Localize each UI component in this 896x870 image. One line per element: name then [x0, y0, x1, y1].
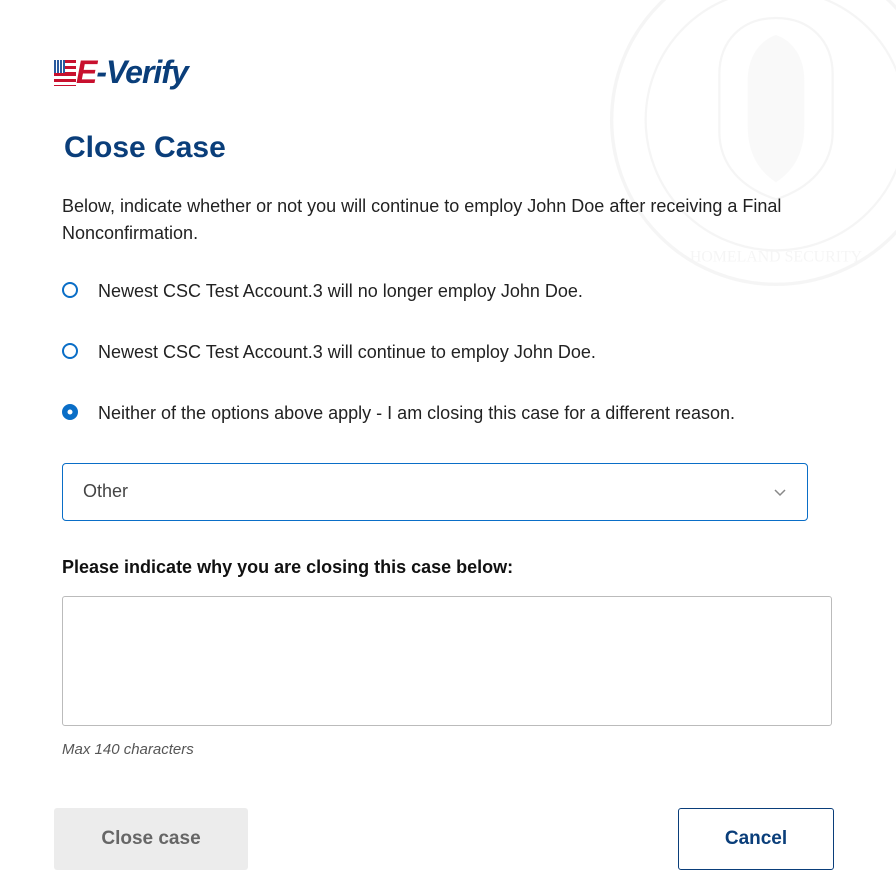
- radio-icon: [62, 282, 78, 298]
- close-case-button[interactable]: Close case: [54, 808, 248, 870]
- radio-icon-selected: [62, 404, 78, 420]
- radio-option-no-longer-employ[interactable]: Newest CSC Test Account.3 will no longer…: [62, 279, 842, 304]
- radio-label: Neither of the options above apply - I a…: [98, 401, 735, 426]
- radio-label: Newest CSC Test Account.3 will no longer…: [98, 279, 583, 304]
- dropdown-selected-text: Other: [83, 481, 128, 502]
- logo-flag-icon: [54, 60, 76, 86]
- radio-label: Newest CSC Test Account.3 will continue …: [98, 340, 596, 365]
- button-row: Close case Cancel: [54, 808, 842, 870]
- logo-verify-text: Verify: [106, 54, 188, 90]
- page-title: Close Case: [64, 131, 842, 165]
- logo-dash-text: -: [96, 54, 106, 90]
- textarea-label: Please indicate why you are closing this…: [62, 557, 842, 578]
- reason-dropdown[interactable]: Other: [62, 463, 808, 521]
- radio-option-continue-employ[interactable]: Newest CSC Test Account.3 will continue …: [62, 340, 842, 365]
- everify-logo: E-Verify: [54, 54, 842, 91]
- radio-option-neither[interactable]: Neither of the options above apply - I a…: [62, 401, 842, 426]
- instruction-text: Below, indicate whether or not you will …: [62, 193, 842, 247]
- cancel-button[interactable]: Cancel: [678, 808, 834, 870]
- radio-icon: [62, 343, 78, 359]
- employment-radio-group: Newest CSC Test Account.3 will no longer…: [62, 279, 842, 427]
- close-reason-textarea[interactable]: [62, 596, 832, 726]
- chevron-down-icon: [773, 485, 787, 499]
- logo-e-text: E: [76, 54, 96, 90]
- textarea-hint: Max 140 characters: [62, 741, 842, 758]
